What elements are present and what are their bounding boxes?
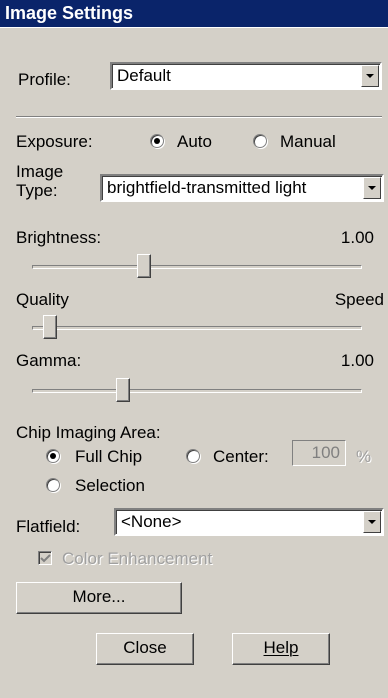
divider bbox=[16, 116, 382, 118]
percent-unit: % bbox=[356, 447, 372, 466]
full-chip-label[interactable]: Full Chip bbox=[75, 447, 142, 467]
image-type-label-line1: Image bbox=[16, 162, 64, 181]
more-button[interactable]: More... bbox=[16, 582, 182, 614]
exposure-label: Exposure: bbox=[16, 132, 93, 151]
selection-radio[interactable] bbox=[46, 478, 60, 492]
window-title: Image Settings bbox=[0, 0, 388, 27]
profile-label: Profile: bbox=[18, 70, 71, 89]
brightness-slider-track[interactable] bbox=[32, 265, 362, 269]
exposure-manual-label[interactable]: Manual bbox=[280, 132, 336, 152]
quality-speed-slider-thumb[interactable] bbox=[43, 315, 57, 339]
close-button[interactable]: Close bbox=[96, 633, 194, 665]
full-chip-radio[interactable] bbox=[46, 449, 60, 463]
brightness-value: 1.00 bbox=[340, 228, 374, 247]
profile-dropdown[interactable]: Default bbox=[110, 62, 382, 90]
gamma-label: Gamma: bbox=[16, 351, 82, 370]
exposure-auto-label[interactable]: Auto bbox=[177, 132, 212, 152]
brightness-slider-thumb[interactable] bbox=[137, 254, 151, 278]
flatfield-dropdown[interactable]: <None> bbox=[114, 508, 384, 536]
gamma-slider-track[interactable] bbox=[32, 389, 362, 393]
speed-label: Speed bbox=[334, 290, 384, 309]
exposure-manual-radio[interactable] bbox=[253, 134, 267, 148]
color-enhancement-checkbox bbox=[38, 551, 52, 565]
flatfield-label: Flatfield: bbox=[16, 517, 81, 536]
chevron-down-icon[interactable] bbox=[363, 511, 381, 533]
chevron-down-icon[interactable] bbox=[363, 177, 381, 199]
chevron-down-icon[interactable] bbox=[361, 65, 379, 87]
image-type-value: brightfield-transmitted light bbox=[107, 178, 307, 197]
help-button[interactable]: Help bbox=[232, 633, 330, 665]
gamma-slider-thumb[interactable] bbox=[116, 378, 130, 402]
quality-speed-slider-track[interactable] bbox=[32, 326, 362, 330]
profile-value: Default bbox=[117, 66, 171, 85]
selection-label[interactable]: Selection bbox=[75, 476, 145, 496]
image-settings-panel: Profile: Default Exposure: Auto Manual I… bbox=[0, 27, 388, 698]
center-label[interactable]: Center: bbox=[213, 447, 269, 467]
image-type-label-line2: Type: bbox=[16, 181, 58, 200]
brightness-label: Brightness: bbox=[16, 228, 102, 247]
flatfield-value: <None> bbox=[121, 512, 182, 531]
image-type-dropdown[interactable]: brightfield-transmitted light bbox=[100, 174, 384, 202]
help-button-label: Help bbox=[263, 638, 299, 657]
gamma-value: 1.00 bbox=[340, 351, 374, 370]
exposure-auto-radio[interactable] bbox=[150, 134, 164, 148]
center-radio[interactable] bbox=[186, 449, 200, 463]
quality-label: Quality bbox=[16, 290, 69, 309]
checkmark-icon bbox=[40, 554, 51, 563]
chip-area-label: Chip Imaging Area: bbox=[16, 423, 161, 442]
center-percent-input: 100 bbox=[292, 440, 346, 466]
color-enhancement-label: Color Enhancement bbox=[62, 549, 213, 568]
